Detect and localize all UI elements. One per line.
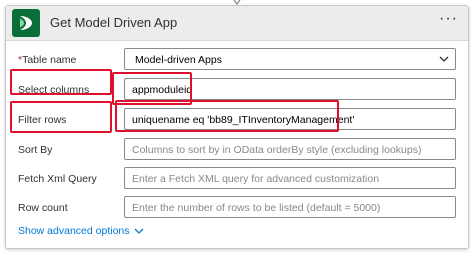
row-count-input[interactable]: Enter the number of rows to be listed (d…	[124, 196, 456, 218]
table-name-label-text: Table name	[22, 54, 77, 66]
card-title: Get Model Driven App	[50, 15, 178, 30]
row-count-label: Row count	[18, 202, 68, 214]
dataverse-icon	[12, 9, 40, 37]
fetch-xml-placeholder: Enter a Fetch XML query for advanced cus…	[132, 173, 380, 185]
sort-by-placeholder: Columns to sort by in OData orderBy styl…	[132, 144, 422, 156]
fetch-xml-row: Fetch Xml Query Enter a Fetch XML query …	[6, 167, 468, 193]
table-name-label: *Table name	[18, 54, 76, 66]
filter-rows-input[interactable]: uniquename eq 'bb89_ITInventoryManagemen…	[124, 108, 456, 130]
show-advanced-options-link[interactable]: Show advanced options	[18, 225, 144, 237]
sort-by-row: Sort By Columns to sort by in OData orde…	[6, 138, 468, 164]
select-columns-value: appmoduleid	[132, 84, 193, 96]
fetch-xml-label: Fetch Xml Query	[18, 173, 97, 185]
fetch-xml-input[interactable]: Enter a Fetch XML query for advanced cus…	[124, 167, 456, 189]
table-name-value: Model-driven Apps	[135, 54, 222, 66]
chevron-down-icon	[439, 56, 449, 62]
more-options-button[interactable]: ···	[439, 10, 458, 28]
action-card: Get Model Driven App ··· *Table name Mod…	[5, 5, 469, 249]
sort-by-label: Sort By	[18, 144, 53, 156]
row-count-placeholder: Enter the number of rows to be listed (d…	[132, 202, 381, 214]
show-advanced-options-label: Show advanced options	[18, 225, 130, 237]
table-name-select[interactable]: Model-driven Apps	[124, 48, 456, 70]
select-columns-label: Select columns	[18, 84, 90, 96]
select-columns-row: Select columns appmoduleid	[6, 78, 468, 104]
filter-rows-value: uniquename eq 'bb89_ITInventoryManagemen…	[132, 114, 355, 126]
sort-by-input[interactable]: Columns to sort by in OData orderBy styl…	[124, 138, 456, 160]
filter-rows-row: Filter rows uniquename eq 'bb89_ITInvent…	[6, 108, 468, 134]
select-columns-input[interactable]: appmoduleid	[124, 78, 456, 100]
row-count-row: Row count Enter the number of rows to be…	[6, 196, 468, 222]
chevron-down-icon	[134, 228, 143, 234]
filter-rows-label: Filter rows	[18, 114, 67, 126]
card-header[interactable]: Get Model Driven App ···	[6, 6, 468, 41]
table-name-row: *Table name Model-driven Apps	[6, 48, 468, 74]
